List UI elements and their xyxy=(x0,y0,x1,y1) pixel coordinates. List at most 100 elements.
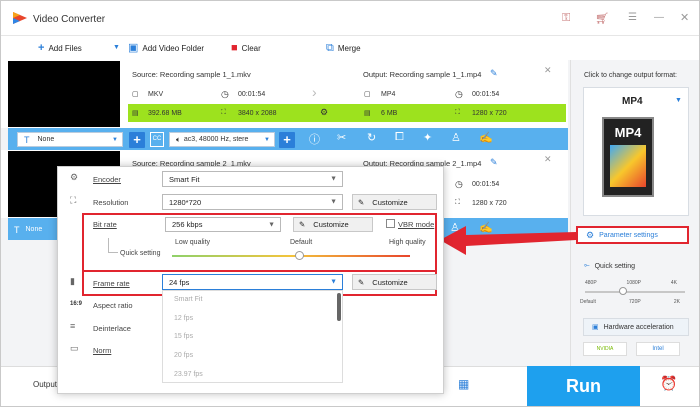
dropdown-scrollbar[interactable] xyxy=(337,293,341,321)
add-files-label: Add Files xyxy=(48,44,82,53)
size-icon: ▤ xyxy=(132,110,139,117)
aspect-ratio-label: Aspect ratio xyxy=(93,301,133,310)
chevron-down-icon: ▼ xyxy=(268,221,275,228)
encoder-value: Smart Fit xyxy=(169,174,200,184)
customize-label: Customize xyxy=(372,277,408,287)
chevron-down-icon: ▼ xyxy=(112,136,118,143)
merge-label: Merge xyxy=(337,44,361,53)
subtitle-select[interactable]: T None xyxy=(8,222,56,237)
subtitle-select[interactable]: T None ▼ xyxy=(17,132,123,147)
size-icon: ▤ xyxy=(364,110,371,117)
tick-label: Default xyxy=(580,299,596,305)
high-quality-label: High quality xyxy=(389,239,426,246)
chevron-down-icon: ▼ xyxy=(330,175,337,183)
source-duration: 00:01:54 xyxy=(238,91,266,98)
merge-button[interactable]: ⧉ Merge xyxy=(326,43,361,54)
info-icon[interactable]: ⓘ xyxy=(309,131,320,147)
resolution-value: 1280*720 xyxy=(169,197,202,207)
cart-icon[interactable]: 🛒︎ xyxy=(595,12,609,25)
crop-icon[interactable]: ⧠ xyxy=(395,131,404,144)
hw-accel-label: Hardware acceleration xyxy=(603,323,674,331)
hardware-acceleration[interactable]: ▣ Hardware acceleration xyxy=(583,318,689,336)
tree-line xyxy=(108,238,109,252)
watermark-icon[interactable]: ♙ xyxy=(451,131,461,144)
mp4-format-icon: MP4 xyxy=(602,117,654,197)
output-format-name: MP4 xyxy=(622,96,643,107)
rename-pencil-icon[interactable]: ✎ xyxy=(490,68,498,79)
add-video-folder-button[interactable]: ▣ Add Video Folder xyxy=(128,43,204,54)
film-image xyxy=(610,145,646,187)
add-files-button[interactable]: + Add Files xyxy=(38,43,82,54)
intel-label: Intel xyxy=(652,346,664,352)
sliders-icon: ⚙ xyxy=(586,229,595,240)
effects-icon[interactable]: ✦ xyxy=(423,131,432,144)
menu-icon[interactable]: ☰ xyxy=(628,12,637,23)
alarm-clock-icon[interactable]: ⏰ xyxy=(660,375,677,392)
chip-icon: ▣ xyxy=(592,324,599,331)
encoder-select[interactable]: Smart Fit ▼ xyxy=(162,171,343,187)
bitrate-quality-slider-track[interactable] xyxy=(172,255,410,257)
close-icon[interactable]: ✕ xyxy=(680,11,689,24)
tick-label: 720P xyxy=(629,299,641,305)
vbr-mode-checkbox[interactable] xyxy=(386,219,395,228)
remove-file-icon[interactable]: ✕ xyxy=(544,154,552,165)
output-resolution: 1280 x 720 xyxy=(472,110,507,117)
run-button[interactable]: Run xyxy=(527,366,640,406)
bitrate-label: Bit rate xyxy=(93,220,117,229)
cc-icon[interactable]: CC xyxy=(150,132,164,147)
clock-icon: ◷ xyxy=(221,89,229,99)
add-files-dropdown-icon[interactable]: ▼ xyxy=(113,44,120,51)
quick-setting-label: Quick setting xyxy=(594,262,636,270)
intel-toggle[interactable]: Intel xyxy=(636,342,680,356)
fps-option[interactable]: 23.97 fps xyxy=(174,371,203,378)
output-duration: 00:01:54 xyxy=(472,91,500,98)
encoder-label: Encoder xyxy=(93,175,121,184)
deinterlace-label: Deinterlace xyxy=(93,324,131,333)
clear-button[interactable]: ■ Clear xyxy=(231,43,261,54)
app-logo-icon xyxy=(13,12,27,24)
pencil-icon: ✎ xyxy=(299,220,306,229)
encoder-icon: ⚙ xyxy=(70,172,79,182)
parameter-settings-label: Parameter settings xyxy=(599,231,658,239)
bitrate-select[interactable]: 256 kbps ▼ xyxy=(165,217,281,232)
remove-file-icon[interactable]: ✕ xyxy=(544,65,552,76)
fps-option[interactable]: 12 fps xyxy=(174,315,193,322)
clear-label: Clear xyxy=(241,44,261,53)
fps-option[interactable]: 15 fps xyxy=(174,333,193,340)
cut-icon[interactable]: ✂ xyxy=(337,131,346,144)
quick-setting: ⟜ Quick setting xyxy=(584,262,635,270)
arrow-divider: › xyxy=(312,84,317,100)
parameter-settings-button[interactable]: ⚙ Parameter settings xyxy=(576,226,689,244)
framerate-select[interactable]: 24 fps ▼ xyxy=(162,274,343,290)
nvidia-toggle[interactable]: NVIDIA xyxy=(583,342,627,356)
customize-label: Customize xyxy=(372,197,408,207)
edit-subtitle-icon[interactable]: ✍ xyxy=(479,131,493,144)
quality-slider-track[interactable] xyxy=(585,291,685,293)
rename-pencil-icon[interactable]: ✎ xyxy=(490,157,498,168)
deinterlace-icon: ≡ xyxy=(70,321,76,331)
add-subtitle-button[interactable]: + xyxy=(129,132,145,148)
folder-icon: ▣ xyxy=(128,42,139,54)
add-video-folder-label: Add Video Folder xyxy=(142,44,205,53)
open-folder-icon[interactable]: ▦ xyxy=(458,377,469,391)
tick-label: 480P xyxy=(585,280,597,286)
minimize-icon[interactable]: — xyxy=(654,12,664,23)
rotate-icon[interactable]: ↻ xyxy=(367,131,376,144)
video-thumbnail xyxy=(8,61,120,127)
quality-slider-thumb[interactable] xyxy=(619,287,627,295)
add-audio-button[interactable]: + xyxy=(279,132,295,148)
bitrate-quality-slider-thumb[interactable] xyxy=(295,251,304,260)
aspect-ratio-icon: 16:9 xyxy=(70,301,83,307)
audio-track-select[interactable]: 🔈︎ ac3, 48000 Hz, stere ▼ xyxy=(169,132,275,147)
bitrate-customize-button[interactable]: ✎ Customize xyxy=(293,217,373,232)
merge-icon: ⧉ xyxy=(326,42,334,54)
key-icon[interactable]: ⚿ xyxy=(562,12,570,25)
pencil-icon: ✎ xyxy=(358,197,365,207)
run-label: Run xyxy=(566,375,601,396)
framerate-customize-button[interactable]: ✎ Customize xyxy=(352,274,437,290)
fps-option[interactable]: Smart Fit xyxy=(174,296,202,303)
source-filename: Source: Recording sample 1_1.mkv xyxy=(132,70,251,79)
resolution-customize-button[interactable]: ✎ Customize xyxy=(352,194,437,210)
fps-option[interactable]: 20 fps xyxy=(174,352,193,359)
resolution-select[interactable]: 1280*720 ▼ xyxy=(162,194,343,210)
